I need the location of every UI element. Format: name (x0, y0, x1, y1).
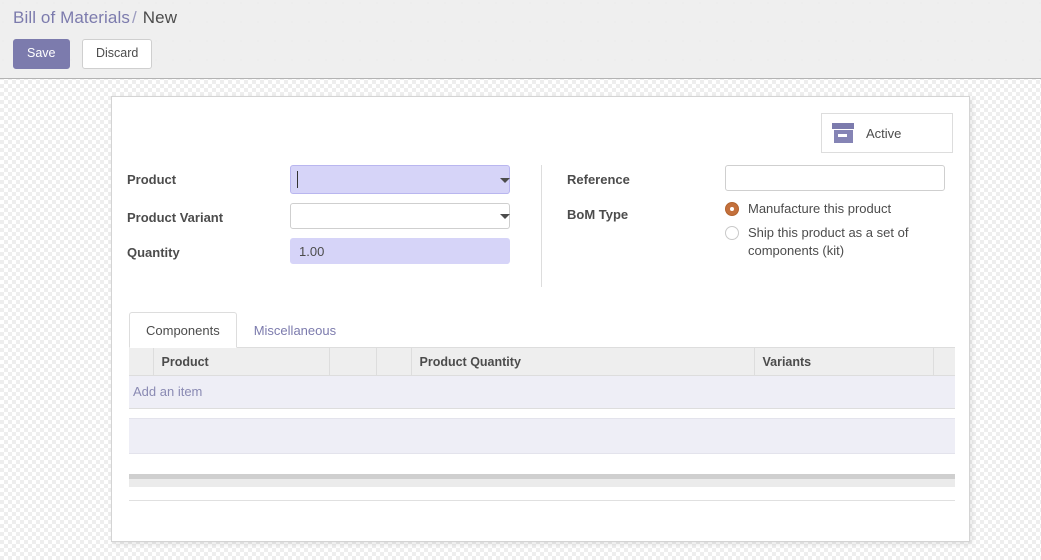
bom-type-option-manufacture-label: Manufacture this product (748, 200, 891, 218)
bom-type-option-kit-label: Ship this product as a set of components… (748, 224, 943, 260)
tab-components[interactable]: Components (129, 312, 237, 348)
form-column-right: Reference BoM Type Manufacture this prod… (541, 165, 955, 287)
quantity-input[interactable] (290, 238, 510, 264)
reference-input[interactable] (725, 165, 945, 191)
form-sheet: Active Product Product Variant (111, 96, 970, 542)
discard-button[interactable]: Discard (82, 39, 152, 69)
product-variant-label: Product Variant (127, 203, 290, 226)
bom-type-radio-group: Manufacture this product Ship this produ… (725, 200, 955, 266)
components-table: Product Product Quantity Variants Add an… (129, 348, 955, 409)
form-group: Product Product Variant Quantity (127, 165, 955, 287)
column-header-variants[interactable]: Variants (754, 348, 933, 376)
tab-miscellaneous[interactable]: Miscellaneous (237, 312, 353, 348)
column-header-blank-1 (329, 348, 376, 376)
add-an-item-link[interactable]: Add an item (131, 384, 202, 399)
column-header-blank-2 (376, 348, 411, 376)
text-cursor (297, 171, 298, 188)
field-row-reference: Reference (567, 165, 955, 191)
active-toggle-label: Active (866, 126, 901, 141)
quantity-field-wrap (290, 238, 519, 264)
breadcrumb: Bill of Materials/New (13, 8, 177, 28)
chatter-divider (129, 500, 955, 501)
table-header-row: Product Product Quantity Variants (129, 348, 955, 376)
bom-type-option-manufacture[interactable]: Manufacture this product (725, 200, 955, 218)
radio-unselected-icon[interactable] (725, 226, 739, 240)
list-filler-bar (129, 418, 955, 454)
field-row-product: Product (127, 165, 519, 194)
product-field-wrap (290, 165, 519, 194)
add-item-row[interactable]: Add an item (129, 376, 955, 409)
field-row-bom-type: BoM Type Manufacture this product Ship t… (567, 200, 955, 266)
table-body: Add an item (129, 376, 955, 409)
bom-type-option-kit[interactable]: Ship this product as a set of components… (725, 224, 955, 260)
action-button-row: Save Discard (13, 39, 152, 69)
chatter-placeholder (129, 474, 955, 501)
add-item-cell[interactable]: Add an item (129, 376, 955, 409)
field-row-product-variant: Product Variant (127, 203, 519, 229)
breadcrumb-separator: / (130, 8, 140, 27)
archive-icon (832, 123, 854, 143)
control-panel: Bill of Materials/New Save Discard (0, 0, 1041, 79)
field-row-quantity: Quantity (127, 238, 519, 264)
column-header-product-quantity[interactable]: Product Quantity (411, 348, 754, 376)
quantity-label: Quantity (127, 238, 290, 261)
radio-selected-icon[interactable] (725, 202, 739, 216)
product-input[interactable] (290, 165, 510, 194)
product-label: Product (127, 165, 290, 188)
column-header-handle (129, 348, 153, 376)
notebook-tab-list: Components Miscellaneous (129, 312, 955, 348)
breadcrumb-parent-link[interactable]: Bill of Materials (13, 8, 130, 27)
stat-button-box-row: Active (821, 113, 953, 153)
breadcrumb-current: New (140, 8, 177, 27)
reference-field-wrap (725, 165, 955, 191)
column-header-product[interactable]: Product (153, 348, 329, 376)
save-button[interactable]: Save (13, 39, 70, 69)
product-variant-field-wrap (290, 203, 519, 229)
product-variant-input[interactable] (290, 203, 510, 229)
column-header-optional (933, 348, 955, 376)
reference-label: Reference (567, 165, 725, 188)
chatter-bar-secondary (129, 479, 955, 487)
form-column-left: Product Product Variant Quantity (127, 165, 541, 287)
active-toggle-button[interactable]: Active (821, 113, 953, 153)
notebook: Components Miscellaneous Product Prod (129, 312, 955, 409)
bom-type-label: BoM Type (567, 200, 725, 223)
